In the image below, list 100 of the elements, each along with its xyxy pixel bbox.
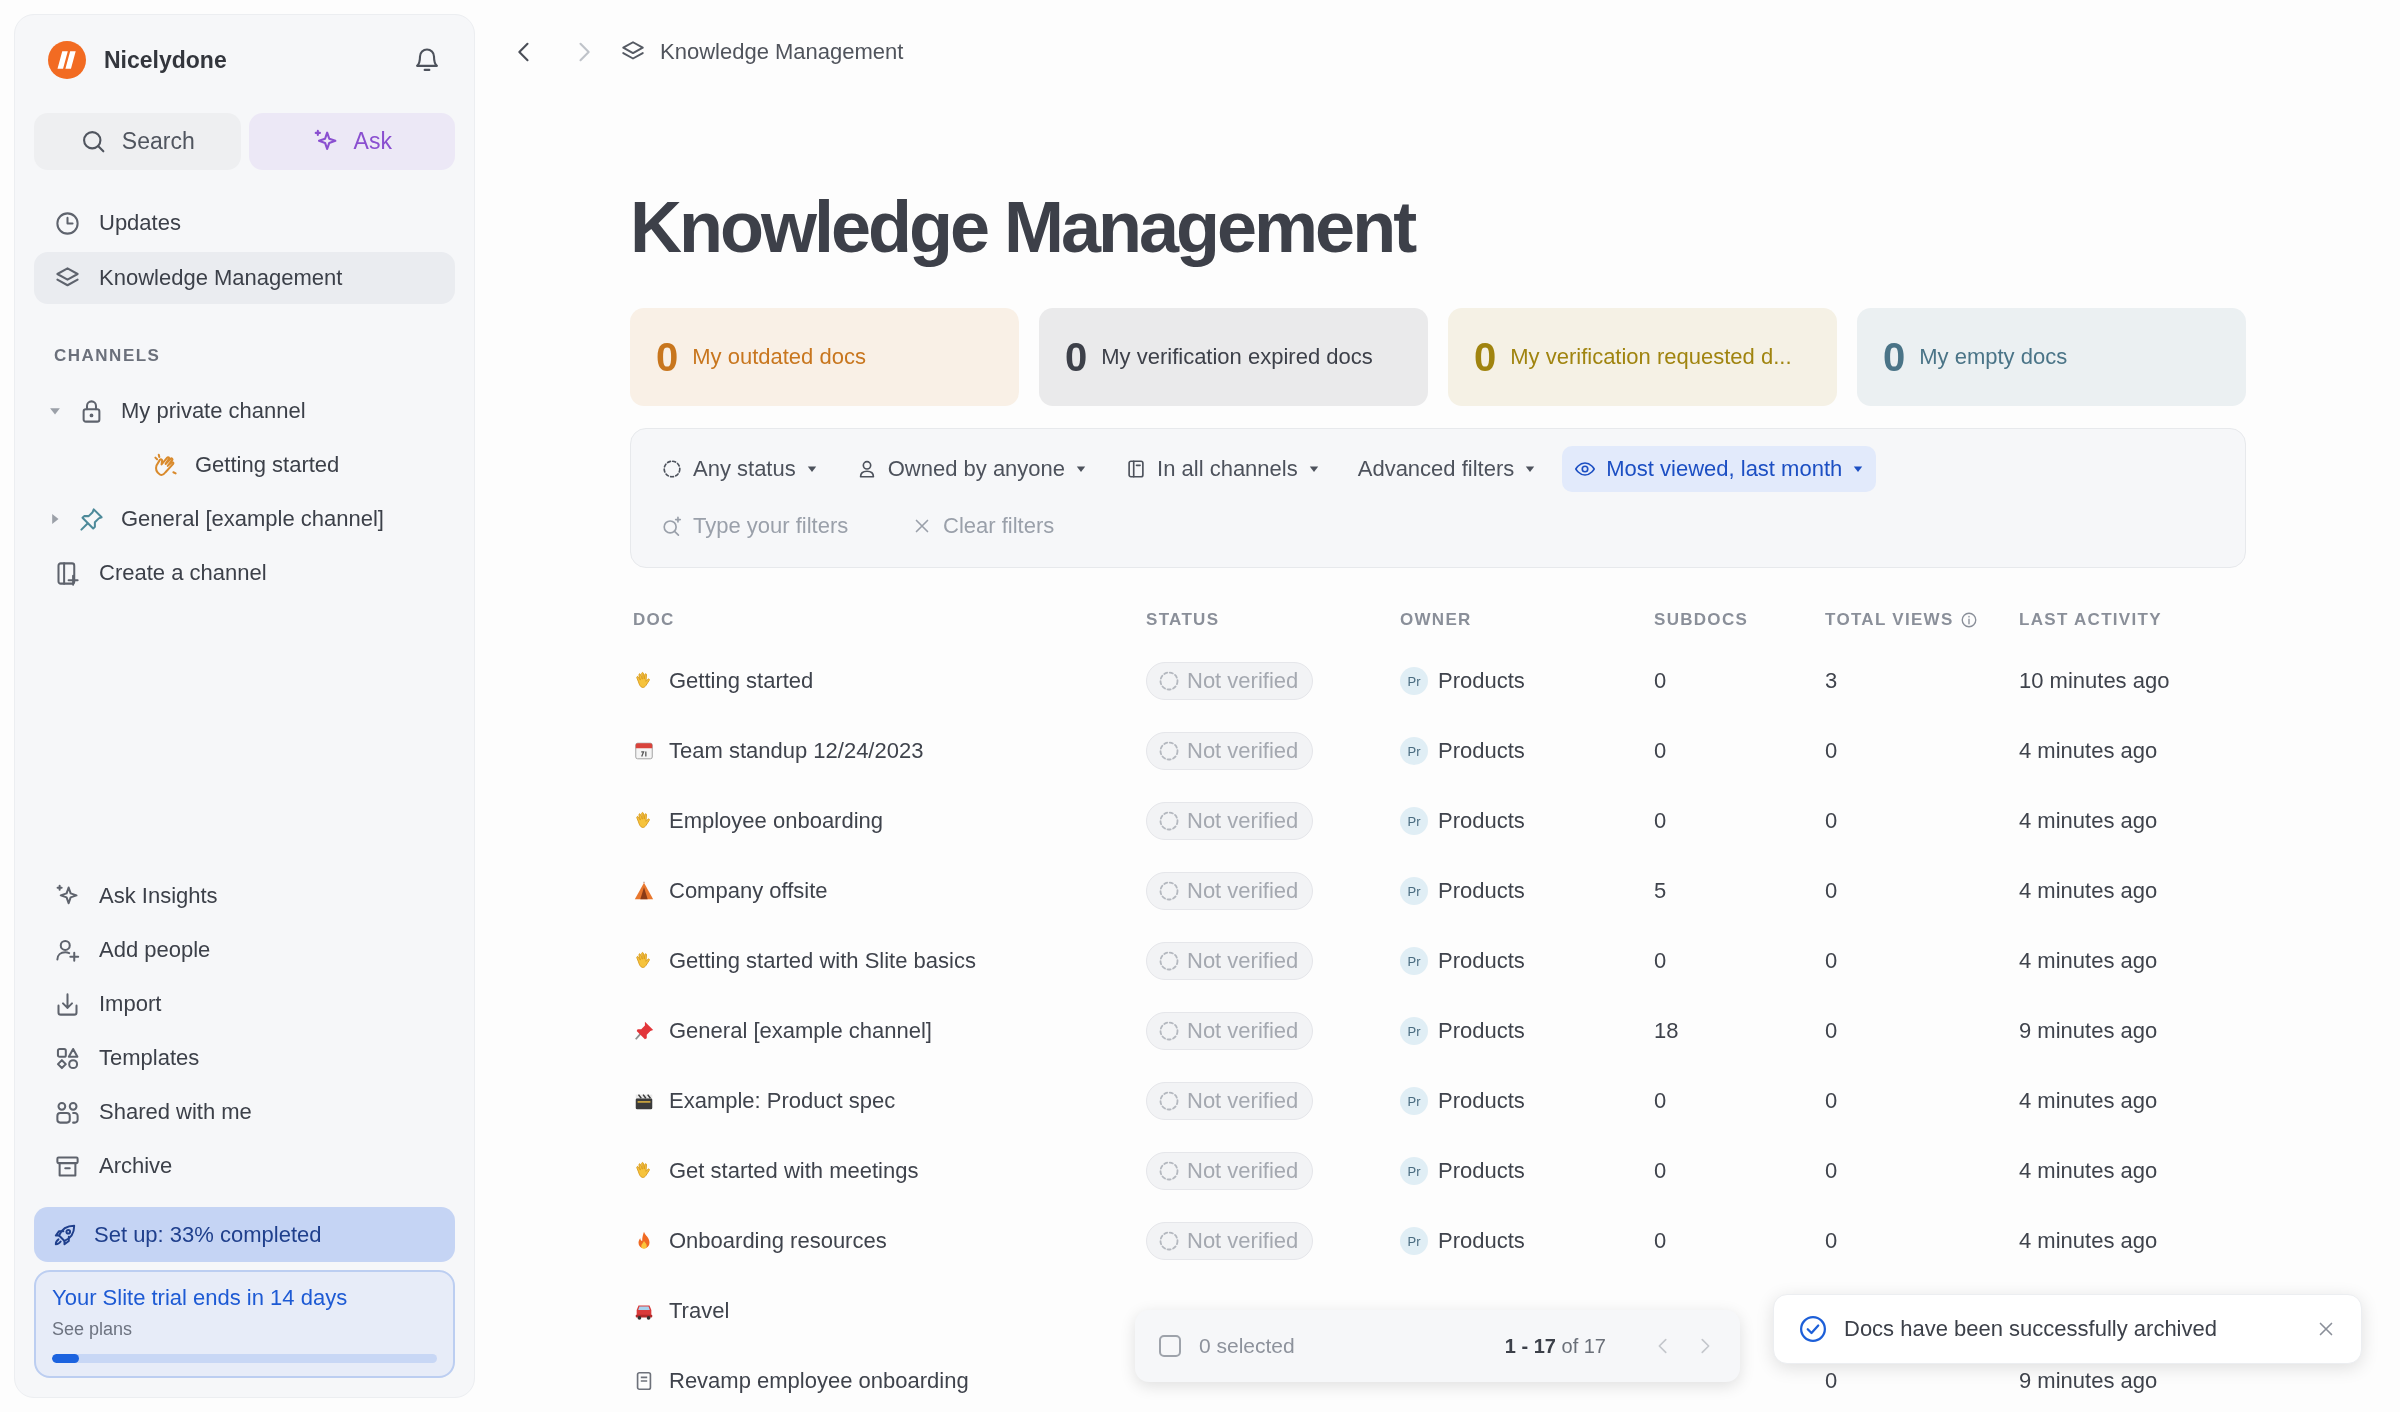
stat-card[interactable]: 0 My verification expired docs bbox=[1039, 308, 1428, 406]
filter-dropdown[interactable]: Advanced filters bbox=[1345, 446, 1549, 492]
stat-card[interactable]: 0 My empty docs bbox=[1857, 308, 2246, 406]
selected-count: 0 selected bbox=[1199, 1334, 1296, 1358]
doc-title-link[interactable]: Company offsite bbox=[669, 878, 828, 904]
page-title: Knowledge Management bbox=[630, 186, 1416, 269]
tent-icon bbox=[633, 880, 655, 902]
doc-title-link[interactable]: Example: Product spec bbox=[669, 1088, 896, 1114]
table-cell-text: 0 bbox=[1825, 1018, 1839, 1044]
nav-item[interactable]: Archive bbox=[34, 1139, 455, 1193]
table-cell-text: 0 bbox=[1825, 1088, 1839, 1114]
nav-item[interactable]: Knowledge Management bbox=[34, 252, 455, 304]
owner-name: Products bbox=[1438, 668, 1525, 694]
status-text: Not verified bbox=[1187, 738, 1299, 764]
table-cell-text: 0 bbox=[1654, 948, 1668, 974]
add-channel-icon bbox=[54, 559, 81, 587]
table-cell-text: 9 minutes ago bbox=[2019, 1018, 2159, 1044]
nav-item[interactable]: Ask Insights bbox=[34, 869, 455, 923]
doc-title-link[interactable]: Team standup 12/24/2023 bbox=[669, 738, 924, 764]
dashed-circle-icon bbox=[1157, 1159, 1181, 1183]
filter-dropdown[interactable]: Owned by anyone bbox=[843, 446, 1100, 492]
owner-name: Products bbox=[1438, 1228, 1525, 1254]
status-text: Not verified bbox=[1187, 1018, 1299, 1044]
table-cell-text: 4 minutes ago bbox=[2019, 1088, 2159, 1114]
table-cell-text: 4 minutes ago bbox=[2019, 1228, 2159, 1254]
status-text: Not verified bbox=[1187, 1088, 1299, 1114]
stat-label: My verification expired docs bbox=[1101, 344, 1373, 370]
nav-item[interactable]: Add people bbox=[34, 923, 455, 977]
owner-name: Products bbox=[1438, 878, 1525, 904]
dashed-circle-icon bbox=[1157, 809, 1181, 833]
table-cell-text: 10 minutes ago bbox=[2019, 668, 2171, 694]
toast-message: Docs have been successfully archived bbox=[1844, 1316, 2218, 1342]
stat-label: My verification requested d... bbox=[1510, 344, 1792, 370]
section-heading: CHANNELS bbox=[53, 345, 162, 367]
nav-item[interactable]: Templates bbox=[34, 1031, 455, 1085]
workspace-name[interactable]: Nicelydone bbox=[104, 46, 413, 74]
owner-name: Products bbox=[1438, 738, 1525, 764]
doc-title-link[interactable]: Employee onboarding bbox=[669, 808, 884, 834]
table-cell-text: 0 bbox=[1825, 948, 1839, 974]
channel-item[interactable]: General [example channel] bbox=[34, 492, 455, 546]
stat-label: My empty docs bbox=[1919, 344, 2068, 370]
create-channel-link[interactable]: Create a channel bbox=[34, 546, 455, 600]
owner-avatar: Pr bbox=[1400, 667, 1428, 695]
breadcrumb-link[interactable]: Knowledge Management bbox=[660, 39, 904, 65]
dashed-circle-icon bbox=[1157, 1229, 1181, 1253]
table-cell-text: 0 bbox=[1825, 738, 1839, 764]
owner-name: Products bbox=[1438, 1158, 1525, 1184]
info-icon bbox=[1959, 611, 1978, 629]
filter-dropdown[interactable]: Any status bbox=[649, 446, 830, 492]
doc-title-link[interactable]: Onboarding resources bbox=[669, 1228, 887, 1254]
filter-dropdown[interactable]: Most viewed, last month bbox=[1562, 446, 1877, 492]
owner-avatar: Pr bbox=[1400, 1017, 1428, 1045]
filter-input[interactable]: Type your filters bbox=[693, 513, 873, 539]
see-plans-link[interactable]: See plans bbox=[52, 1319, 437, 1340]
select-all-checkbox[interactable] bbox=[1159, 1335, 1181, 1357]
table-cell-text: 0 bbox=[1825, 808, 1839, 834]
owner-avatar: Pr bbox=[1400, 1227, 1428, 1255]
status-text: Not verified bbox=[1187, 1158, 1299, 1184]
status-text: Not verified bbox=[1187, 808, 1299, 834]
search-sparkle-icon bbox=[661, 515, 683, 537]
doc-title-link[interactable]: General [example channel] bbox=[669, 1018, 932, 1044]
nav-item[interactable]: Import bbox=[34, 977, 455, 1031]
doc-title-link[interactable]: Getting started bbox=[669, 668, 814, 694]
dashed-circle-icon bbox=[1157, 669, 1181, 693]
table-cell-text: 0 bbox=[1825, 1368, 1839, 1394]
channel-doc-item[interactable]: Getting started bbox=[34, 438, 455, 492]
table-cell-text: 0 bbox=[1654, 1088, 1668, 1114]
dashed-circle-icon bbox=[1157, 949, 1181, 973]
owner-avatar: Pr bbox=[1400, 737, 1428, 765]
table-cell-text: 0 bbox=[1825, 1228, 1839, 1254]
channel-item[interactable]: My private channel bbox=[34, 384, 455, 438]
pushpin-icon bbox=[78, 505, 105, 533]
doc-title-link[interactable]: Travel bbox=[669, 1298, 730, 1324]
nav-item[interactable]: Updates bbox=[34, 197, 455, 249]
table-cell-text: 0 bbox=[1654, 1228, 1668, 1254]
stat-count: 0 bbox=[1065, 334, 1088, 380]
stat-count: 0 bbox=[1883, 334, 1906, 380]
status-text: Not verified bbox=[1187, 1228, 1299, 1254]
table-cell-text: 0 bbox=[1654, 668, 1668, 694]
stat-count: 0 bbox=[1474, 334, 1497, 380]
table-cell-text: 9 minutes ago bbox=[2019, 1368, 2159, 1394]
table-cell-text: 4 minutes ago bbox=[2019, 1158, 2159, 1184]
table-cell-text: 4 minutes ago bbox=[2019, 878, 2159, 904]
table-cell-text: 3 bbox=[1825, 668, 1839, 694]
table-cell-text: 4 minutes ago bbox=[2019, 948, 2159, 974]
owner-name: Products bbox=[1438, 948, 1525, 974]
table-cell-text: 0 bbox=[1654, 738, 1668, 764]
trial-card[interactable]: Your Slite trial ends in 14 days See plans bbox=[34, 1270, 455, 1378]
search-button[interactable]: Search bbox=[34, 113, 241, 170]
ask-button[interactable]: Ask bbox=[248, 113, 455, 170]
setup-progress-button[interactable]: Set up: 33% completed bbox=[34, 1207, 455, 1262]
trial-title: Your Slite trial ends in 14 days bbox=[52, 1285, 349, 1311]
stat-count: 0 bbox=[656, 334, 679, 380]
bell-icon[interactable] bbox=[413, 46, 441, 74]
doc-title-link[interactable]: Revamp employee onboarding bbox=[669, 1368, 969, 1394]
doc-title-link[interactable]: Get started with meetings bbox=[669, 1158, 919, 1184]
table-cell-text: 0 bbox=[1825, 878, 1839, 904]
nav-item[interactable]: Shared with me bbox=[34, 1085, 455, 1139]
filter-dropdown[interactable]: In all channels bbox=[1113, 446, 1332, 492]
doc-title-link[interactable]: Getting started with Slite basics bbox=[669, 948, 976, 974]
